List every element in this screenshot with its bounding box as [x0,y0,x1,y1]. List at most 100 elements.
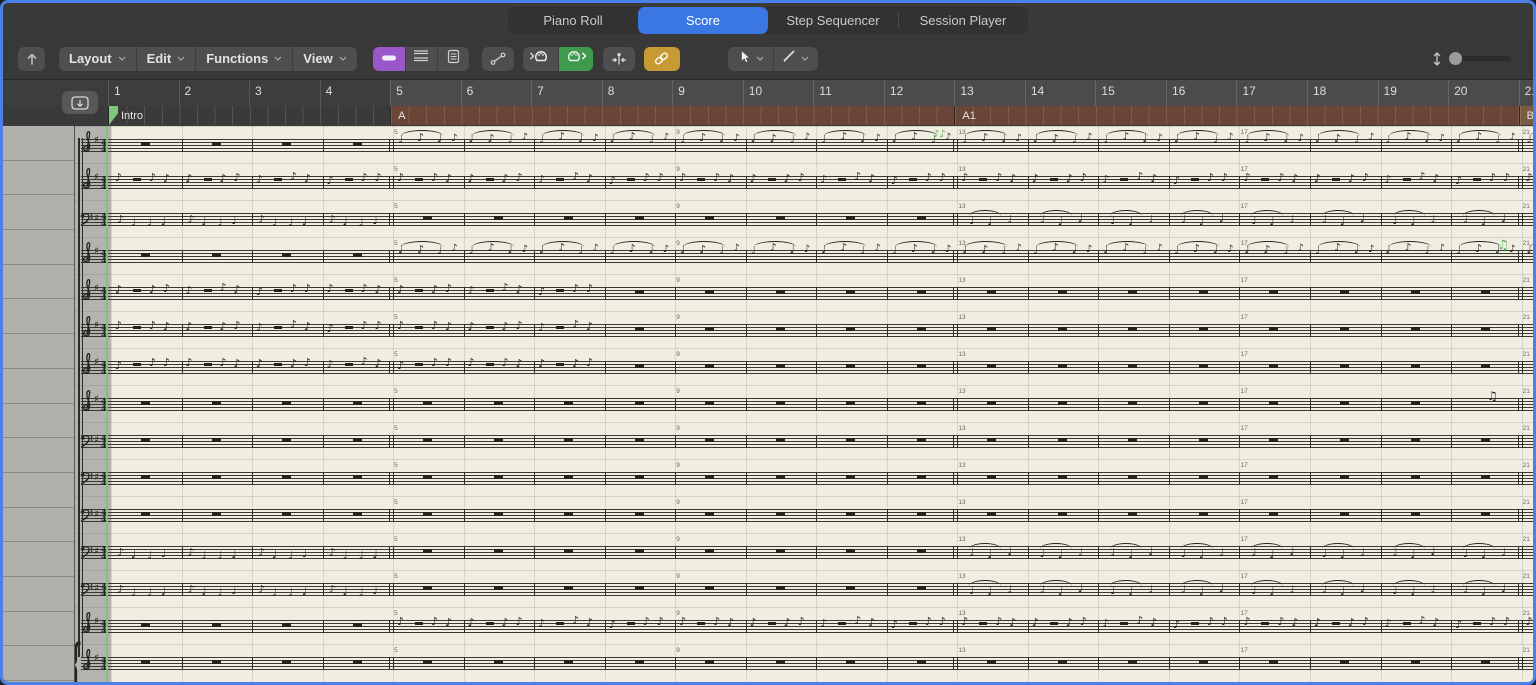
marker-lane[interactable]: IntroAA1B [3,106,1533,125]
staff-row-11[interactable]: ♯4459131721 [75,496,1533,533]
ruler-bar-10[interactable]: 10 [743,80,814,106]
half-rest [556,289,564,292]
pointer-tool-selector[interactable] [728,47,773,71]
ruler-bar-1[interactable]: 1 [108,80,179,106]
ruler-numbers[interactable]: 123456789101112131415161718192021 [3,80,1533,106]
track-row[interactable] [3,299,74,334]
marker-b[interactable]: B [1519,106,1533,125]
playhead[interactable] [106,126,108,682]
track-row[interactable] [3,473,74,508]
whole-rest [212,475,221,479]
track-row[interactable] [3,126,74,161]
note-glyph: ♪ [115,360,122,371]
note-glyph: ♪ [186,357,193,368]
ruler-bar-8[interactable]: 8 [602,80,673,106]
note-glyph: ♪ [592,243,598,254]
ruler-bar-15[interactable]: 15 [1095,80,1166,106]
track-row[interactable] [3,542,74,577]
ruler-bar-3[interactable]: 3 [249,80,320,106]
double-barline [1518,139,1519,152]
bar-ruler[interactable]: 123456789101112131415161718192021 IntroA… [3,80,1533,125]
barline [957,139,958,152]
ruler-bar-7[interactable]: 7 [531,80,602,106]
vertical-zoom-slider[interactable] [1431,51,1511,67]
catch-playhead-button[interactable] [603,47,635,71]
tab-session-player[interactable]: Session Player [898,7,1028,34]
track-row[interactable] [3,438,74,473]
page-view-button[interactable] [437,47,469,71]
staff-row-9[interactable]: ♯4459131721 [75,422,1533,459]
wrapped-view-button[interactable] [405,47,437,71]
track-row[interactable] [3,369,74,404]
ruler-bar-11[interactable]: 11 [813,80,884,106]
note-glyph: ♪ [290,171,297,182]
score-bar-number: 17 [1240,314,1247,321]
menu-edit[interactable]: Edit [136,47,196,71]
score-canvas[interactable]: ♯4459131721♩♪♩♪♩♪♩♪♩♪♩♪♩♪♩♪♩♪♩♪♩♪♩♪♩♪♩♪♩… [75,126,1533,682]
ruler-bar-12[interactable]: 12 [884,80,955,106]
staff-row-14[interactable]: ♯4459131721♪♪♪♪♪♪♪♪♪♪♪♪♪♪♪♪♪♪♪♪♪♪♪♪♪♪♪♪♪… [75,607,1533,644]
staff-row-2[interactable]: ♯4459131721♪♪♪♪♪♪♪♪♪♪♪♪♪♪♪♪♪♪♪♪♪♪♪♪♪♪♪♪♪… [75,163,1533,200]
track-row[interactable] [3,612,74,647]
linear-view-button[interactable] [373,47,405,71]
zoom-slider-track[interactable] [1449,56,1511,61]
ruler-bar-17[interactable]: 17 [1236,80,1307,106]
tab-score[interactable]: Score [638,7,768,34]
marker-display-button[interactable] [62,91,98,114]
staff-row-1[interactable]: ♯4459131721♩♪♩♪♩♪♩♪♩♪♩♪♩♪♩♪♩♪♩♪♩♪♩♪♩♪♩♪♩… [75,126,1533,163]
staff-row-7[interactable]: ♯4459131721♪♪♪♪♪♪♪♪♪♪♪♪♪♪♪♪♪♪♪♪♪ [75,348,1533,385]
whole-rest [1199,475,1208,479]
score-bar-number: 5 [394,351,398,358]
ruler-bar-9[interactable]: 9 [672,80,743,106]
midi-out-button[interactable] [558,47,593,71]
ruler-bar-21[interactable]: 21 [1519,80,1533,106]
marker-a1[interactable]: A1 [954,106,1518,125]
ruler-bar-14[interactable]: 14 [1025,80,1096,106]
ruler-bar-16[interactable]: 16 [1166,80,1237,106]
track-row[interactable] [3,195,74,230]
ruler-bar-13[interactable]: 13 [954,80,1025,106]
track-row[interactable] [3,230,74,265]
track-row[interactable] [3,646,74,681]
automation-line-button[interactable] [482,47,514,71]
link-button[interactable] [644,47,680,71]
zoom-slider-knob[interactable] [1449,52,1462,65]
staff-row-4[interactable]: ♯4459131721♩♪♩♪♩♪♩♪♩♪♩♪♩♪♩♪♩♪♩♪♩♪♩♪♩♪♩♪♩… [75,237,1533,274]
ruler-bar-6[interactable]: 6 [461,80,532,106]
menu-view[interactable]: View [292,47,356,71]
barline [1028,657,1029,670]
midi-in-button[interactable] [523,47,558,71]
note-glyph: ♪ [1086,132,1092,143]
tab-step-sequencer[interactable]: Step Sequencer [768,7,898,34]
display-level-up-button[interactable] [18,47,45,71]
ruler-bar-4[interactable]: 4 [320,80,391,106]
half-rest [697,622,705,625]
staff-row-5[interactable]: ♯4459131721♪♪♪♪♪♪♪♪♪♪♪♪♪♪♪♪♪♪♪♪♪ [75,274,1533,311]
marker-intro[interactable]: Intro [108,106,390,125]
ruler-bar-20[interactable]: 20 [1448,80,1519,106]
menu-layout[interactable]: Layout [59,47,136,71]
tab-piano-roll[interactable]: Piano Roll [508,7,638,34]
staff-row-3[interactable]: ♯4459131721♪♩♩♩♪♩♩♩♪♩♩♩♪♩♩♩♩♩♩♩♩♩♩♩♩♩♩♩♩… [75,200,1533,237]
track-row[interactable] [3,265,74,300]
ruler-bar-18[interactable]: 18 [1307,80,1378,106]
track-row[interactable] [3,577,74,612]
ruler-bar-5[interactable]: 5 [390,80,461,106]
staff-row-12[interactable]: ♯4459131721♪♩♩♩♪♩♩♩♪♩♩♩♪♩♩♩♩♩♩♩♩♩♩♩♩♩♩♩♩… [75,533,1533,570]
menu-functions[interactable]: Functions [195,47,292,71]
staff-row-8[interactable]: ♯4459131721♫♫ [75,385,1533,422]
ruler-bar-2[interactable]: 2 [179,80,250,106]
staff-row-6[interactable]: ♯4459131721♪♪♪♪♪♪♪♪♪♪♪♪♪♪♪♪♪♪♪♪♪ [75,311,1533,348]
whole-rest [776,364,785,368]
ruler-bar-19[interactable]: 19 [1378,80,1449,106]
track-row[interactable] [3,334,74,369]
barline [1381,287,1382,300]
pencil-tool-selector[interactable] [773,47,818,71]
staff-row-15[interactable]: ♯4459131721 [75,644,1533,681]
track-row[interactable] [3,404,74,439]
staff-row-10[interactable]: ♯4459131721 [75,459,1533,496]
track-row[interactable] [3,161,74,196]
marker-a[interactable]: A [390,106,954,125]
staff-row-13[interactable]: ♯4459131721♪♩♩♩♪♩♩♩♪♩♩♩♪♩♩♩♩♩♩♩♩♩♩♩♩♩♩♩♩… [75,570,1533,607]
track-row[interactable] [3,508,74,543]
